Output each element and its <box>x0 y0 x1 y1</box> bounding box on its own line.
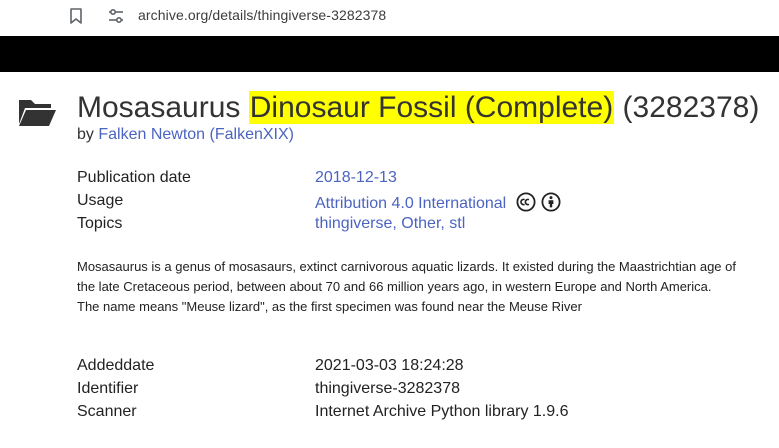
usage-value: Attribution 4.0 International <box>315 192 561 217</box>
metadata-key: Identifier <box>77 380 139 397</box>
metadata-value: Internet Archive Python library 1.9.6 <box>315 403 569 420</box>
metadata-row-scanner: Scanner Internet Archive Python library … <box>77 403 757 425</box>
page-title: Mosasaurus Dinosaur Fossil (Complete) (3… <box>77 88 759 128</box>
title-suffix: (3282378) <box>614 91 760 124</box>
site-header-bar <box>0 36 779 72</box>
cc-icon[interactable] <box>516 192 536 212</box>
metadata-row-addeddate: Addeddate 2021-03-03 18:24:28 <box>77 357 757 379</box>
metadata-row-topics: Topics thingiverse, Other, stl <box>77 215 757 237</box>
publication-date-link[interactable]: 2018-12-13 <box>315 169 397 187</box>
metadata-key: Topics <box>77 215 123 232</box>
metadata-row-publication-date: Publication date 2018-12-13 <box>77 169 757 191</box>
license-link[interactable]: Attribution 4.0 International <box>315 195 506 212</box>
byline: by Falken Newton (FalkenXIX) <box>77 126 294 144</box>
metadata-value: thingiverse-3282378 <box>315 380 460 397</box>
metadata-value: 2021-03-03 18:24:28 <box>315 357 464 374</box>
author-link[interactable]: Falken Newton (FalkenXIX) <box>98 126 294 143</box>
metadata-key: Scanner <box>77 403 137 420</box>
url-text[interactable]: archive.org/details/thingiverse-3282378 <box>138 7 386 23</box>
license-icons[interactable] <box>515 192 561 217</box>
item-description: Mosasaurus is a genus of mosasaurs, exti… <box>77 259 736 314</box>
metadata-key: Addeddate <box>77 357 155 374</box>
metadata-key: Usage <box>77 192 124 209</box>
site-info-icon[interactable] <box>107 7 125 25</box>
metadata-row-identifier: Identifier thingiverse-3282378 <box>77 380 757 402</box>
metadata-row-usage: Usage Attribution 4.0 International <box>77 192 757 214</box>
attribution-icon[interactable] <box>541 192 561 212</box>
by-label: by <box>77 126 94 143</box>
title-highlight: Dinosaur Fossil (Complete) <box>248 91 615 124</box>
title-prefix: Mosasaurus <box>77 91 249 124</box>
topics-link[interactable]: thingiverse, Other, stl <box>315 215 465 233</box>
metadata-key: Publication date <box>77 169 191 186</box>
folder-icon <box>19 100 56 126</box>
bookmark-icon[interactable] <box>68 7 84 25</box>
address-bar: archive.org/details/thingiverse-3282378 <box>0 0 779 34</box>
